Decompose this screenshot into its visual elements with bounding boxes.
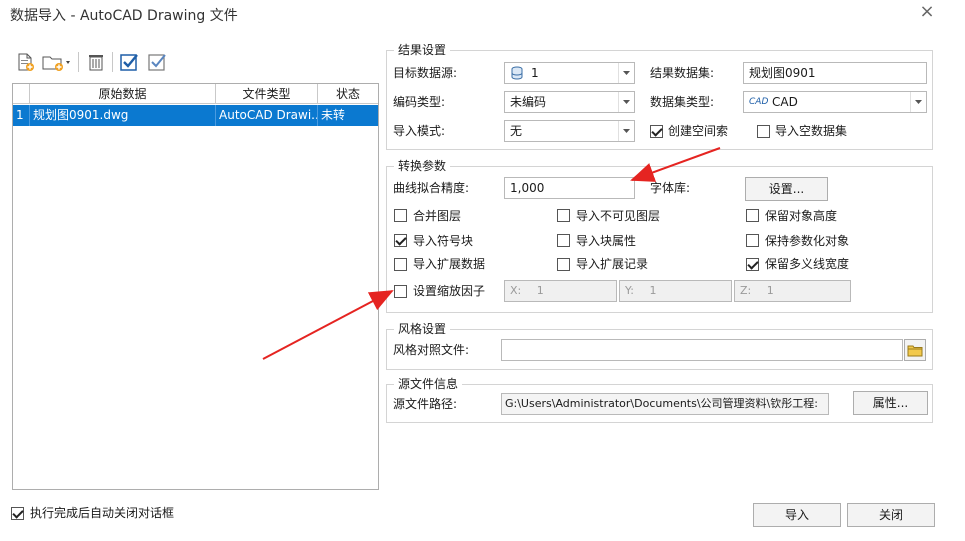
scale-factor-label: 设置缩放因子	[413, 284, 486, 298]
result-dataset-input[interactable]: 规划图0901	[743, 62, 927, 84]
toolbar-separator	[78, 52, 79, 72]
delete-icon[interactable]	[85, 51, 107, 73]
target-ds-label: 目标数据源:	[393, 66, 458, 80]
import-symbol-block-label: 导入符号块	[413, 234, 474, 248]
keep-parametric-objects-label: 保持参数化对象	[765, 234, 850, 248]
scale-y-value: 1	[649, 284, 657, 297]
scale-factor-checkbox[interactable]	[394, 285, 407, 298]
database-icon	[510, 66, 524, 83]
create-spatial-index-checkbox[interactable]	[650, 125, 663, 138]
import-mode-label: 导入模式:	[393, 124, 446, 138]
close-button[interactable]: 关闭	[847, 503, 935, 527]
scale-z-label: Z:	[740, 284, 752, 297]
import-extended-records-label: 导入扩展记录	[576, 257, 649, 271]
target-ds-dropdown[interactable]: 1	[504, 62, 635, 84]
add-file-icon[interactable]	[14, 51, 36, 73]
conversion-params-label: 转换参数	[394, 159, 451, 173]
toolbar	[12, 46, 378, 78]
import-extended-records-checkbox[interactable]	[557, 258, 570, 271]
dataset-type-dropdown[interactable]: CAD CAD	[743, 91, 927, 113]
import-symbol-block-checkbox[interactable]	[394, 234, 407, 247]
open-folder-icon[interactable]	[904, 339, 926, 361]
keep-polyline-width-checkbox[interactable]	[746, 258, 759, 271]
source-path-label: 源文件路径:	[393, 397, 458, 411]
scale-z-value: 1	[766, 284, 774, 297]
properties-button[interactable]: 属性...	[853, 391, 928, 415]
grid-header: 原始数据 文件类型 状态	[13, 84, 378, 104]
scale-x-input: X: 1	[504, 280, 617, 302]
style-settings-label: 风格设置	[394, 322, 451, 336]
import-empty-dataset-label: 导入空数据集	[775, 124, 848, 138]
result-settings-label: 结果设置	[394, 43, 451, 57]
style-file-input[interactable]	[501, 339, 903, 361]
font-settings-button[interactable]: 设置...	[745, 177, 828, 201]
keep-object-height-label: 保留对象高度	[765, 209, 838, 223]
auto-close-checkbox[interactable]	[11, 507, 24, 520]
keep-object-height-checkbox[interactable]	[746, 209, 759, 222]
row-index: 1	[13, 105, 30, 126]
grid-col-status[interactable]: 状态	[318, 84, 378, 104]
import-button[interactable]: 导入	[753, 503, 841, 527]
select-all-icon[interactable]	[118, 51, 140, 73]
cad-icon: CAD	[749, 97, 769, 107]
source-path-input[interactable]: G:\Users\Administrator\Documents\公司管理资料\…	[501, 393, 829, 415]
style-file-label: 风格对照文件:	[393, 343, 470, 357]
encoding-label: 编码类型:	[393, 95, 446, 109]
table-row[interactable]: 1 规划图0901.dwg AutoCAD Drawi... 未转	[13, 105, 378, 126]
chevron-down-icon	[618, 92, 634, 112]
row-status: 未转	[321, 108, 346, 122]
keep-parametric-objects-checkbox[interactable]	[746, 234, 759, 247]
import-extended-data-label: 导入扩展数据	[413, 257, 486, 271]
encoding-dropdown[interactable]: 未编码	[504, 91, 635, 113]
grid-col-index	[13, 84, 30, 104]
dataset-type-value: CAD	[772, 95, 798, 109]
import-block-attributes-label: 导入块属性	[576, 234, 637, 248]
add-folder-icon[interactable]	[40, 51, 72, 73]
import-extended-data-checkbox[interactable]	[394, 258, 407, 271]
merge-layers-label: 合并图层	[413, 209, 462, 223]
dataset-type-label: 数据集类型:	[650, 95, 715, 109]
import-mode-dropdown[interactable]: 无	[504, 120, 635, 142]
toolbar-separator	[112, 52, 113, 72]
target-ds-value: 1	[531, 66, 539, 80]
scale-y-label: Y:	[625, 284, 634, 297]
grid-col-type[interactable]: 文件类型	[216, 84, 318, 104]
row-source: 规划图0901.dwg	[30, 105, 216, 126]
scale-y-input: Y: 1	[619, 280, 732, 302]
file-grid[interactable]: 原始数据 文件类型 状态 1 规划图0901.dwg AutoCAD Drawi…	[12, 83, 379, 490]
create-spatial-index-label: 创建空间索	[668, 124, 729, 138]
merge-layers-checkbox[interactable]	[394, 209, 407, 222]
result-dataset-label: 结果数据集:	[650, 66, 715, 80]
curve-precision-label: 曲线拟合精度:	[393, 181, 470, 195]
import-invisible-layers-label: 导入不可见图层	[576, 209, 661, 223]
chevron-down-icon	[618, 63, 634, 83]
grid-col-source[interactable]: 原始数据	[30, 84, 216, 104]
keep-polyline-width-label: 保留多义线宽度	[765, 257, 850, 271]
scale-x-label: X:	[510, 284, 522, 297]
font-lib-label: 字体库:	[650, 181, 691, 195]
close-window-button[interactable]: ×	[917, 2, 937, 22]
scale-z-input: Z: 1	[734, 280, 851, 302]
row-type: AutoCAD Drawi...	[216, 105, 318, 126]
chevron-down-icon	[910, 92, 926, 112]
import-invisible-layers-checkbox[interactable]	[557, 209, 570, 222]
import-mode-value: 无	[510, 124, 523, 138]
import-block-attributes-checkbox[interactable]	[557, 234, 570, 247]
chevron-down-icon	[618, 121, 634, 141]
encoding-value: 未编码	[510, 95, 547, 109]
import-empty-dataset-checkbox[interactable]	[757, 125, 770, 138]
curve-precision-input[interactable]: 1,000	[504, 177, 635, 199]
window-title: 数据导入 - AutoCAD Drawing 文件	[10, 8, 238, 24]
source-info-label: 源文件信息	[394, 377, 463, 391]
auto-close-label: 执行完成后自动关闭对话框	[30, 506, 175, 520]
scale-x-value: 1	[536, 284, 544, 297]
invert-selection-icon[interactable]	[146, 51, 168, 73]
